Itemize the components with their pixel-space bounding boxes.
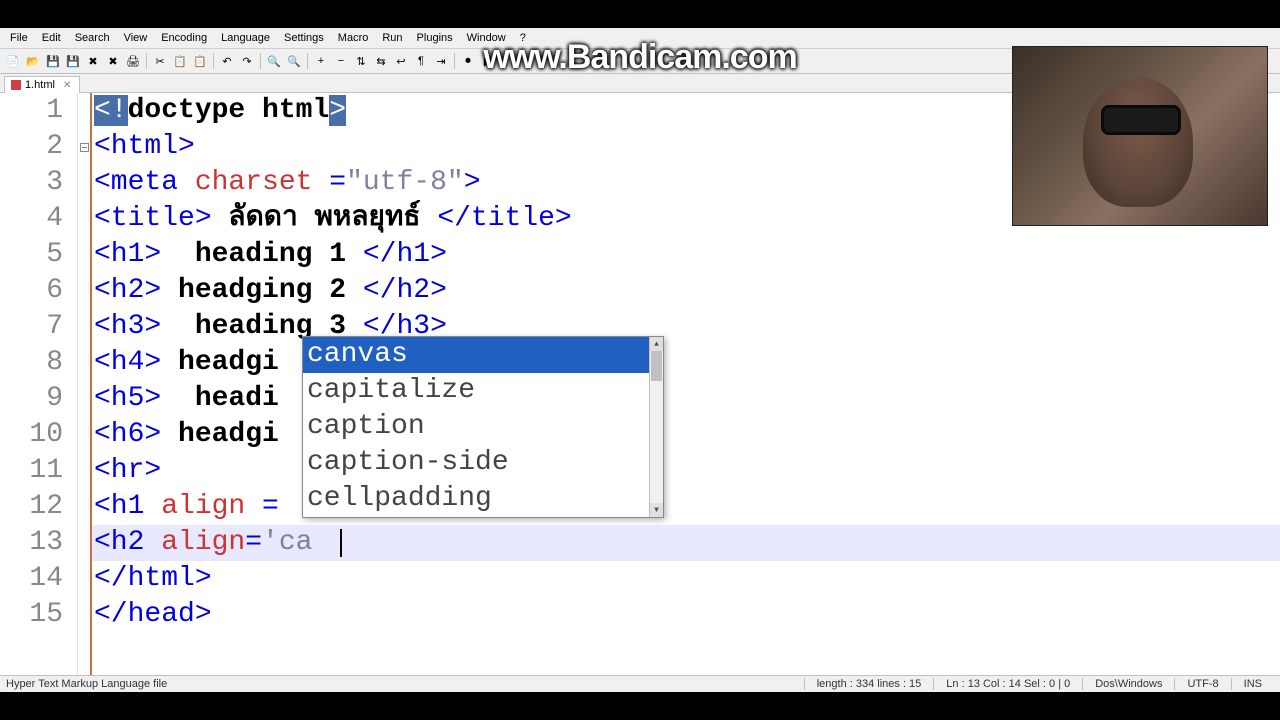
code-line[interactable]: <h2 align='ca (92, 525, 1280, 561)
zoom-out-icon[interactable]: − (332, 52, 350, 70)
line-number: 3 (0, 165, 63, 201)
line-number: 10 (0, 417, 63, 453)
sync-h-icon[interactable]: ⇆ (372, 52, 390, 70)
line-number: 13 (0, 525, 63, 561)
line-number: 11 (0, 453, 63, 489)
new-file-icon[interactable]: 📄 (4, 52, 22, 70)
redo-icon[interactable]: ↷ (238, 52, 256, 70)
menu-encoding[interactable]: Encoding (155, 30, 213, 46)
menu-run[interactable]: Run (376, 30, 408, 46)
code-line[interactable]: <h1> heading 1 </h1> (92, 237, 1280, 273)
scroll-down-icon[interactable]: ▼ (650, 503, 663, 517)
code-line[interactable]: <hr> (92, 453, 1280, 489)
menu-window[interactable]: Window (461, 30, 512, 46)
autocomplete-item[interactable]: canvas (303, 337, 663, 373)
toolbar-separator (260, 53, 261, 69)
line-number: 12 (0, 489, 63, 525)
close-all-icon[interactable]: ✖ (104, 52, 122, 70)
scroll-up-icon[interactable]: ▲ (650, 337, 663, 351)
code-line[interactable]: <h2> headging 2 </h2> (92, 273, 1280, 309)
menu-macro[interactable]: Macro (332, 30, 375, 46)
sync-v-icon[interactable]: ⇅ (352, 52, 370, 70)
line-number: 8 (0, 345, 63, 381)
autocomplete-item[interactable]: caption (303, 409, 663, 445)
print-icon[interactable]: 🖨 (124, 52, 142, 70)
status-encoding: UTF-8 (1174, 678, 1230, 690)
autocomplete-item[interactable]: cellpadding (303, 481, 663, 517)
code-line[interactable]: <h3> heading 3 </h3> (92, 309, 1280, 345)
menu-language[interactable]: Language (215, 30, 276, 46)
code-line[interactable]: <h6> headgi (92, 417, 1280, 453)
toolbar-separator (146, 53, 147, 69)
undo-icon[interactable]: ↶ (218, 52, 236, 70)
copy-icon[interactable]: 📋 (171, 52, 189, 70)
scroll-thumb[interactable] (651, 351, 662, 381)
toolbar-separator (454, 53, 455, 69)
line-number-gutter: 123456789101112131415 (0, 93, 78, 675)
chars-icon[interactable]: ¶ (412, 52, 430, 70)
line-number: 6 (0, 273, 63, 309)
status-language: Hyper Text Markup Language file (6, 678, 804, 690)
record-icon[interactable]: ⏺ (459, 52, 477, 70)
line-number: 15 (0, 597, 63, 633)
replace-icon[interactable]: 🔍 (285, 52, 303, 70)
toolbar-separator (213, 53, 214, 69)
line-number: 4 (0, 201, 63, 237)
line-number: 7 (0, 309, 63, 345)
file-tab[interactable]: 1.html ✕ (4, 76, 80, 93)
line-number: 9 (0, 381, 63, 417)
code-line[interactable]: <h4> headgi (92, 345, 1280, 381)
wrap-icon[interactable]: ↩ (392, 52, 410, 70)
menu-settings[interactable]: Settings (278, 30, 330, 46)
status-length: length : 334 lines : 15 (804, 678, 934, 690)
line-number: 14 (0, 561, 63, 597)
autocomplete-scrollbar[interactable]: ▲ ▼ (649, 337, 663, 517)
code-line[interactable]: <h1 align = (92, 489, 1280, 525)
status-position: Ln : 13 Col : 14 Sel : 0 | 0 (933, 678, 1082, 690)
menu-help[interactable]: ? (514, 30, 532, 46)
toolbar-separator (307, 53, 308, 69)
status-insert-mode: INS (1231, 678, 1274, 690)
tab-close-icon[interactable]: ✕ (63, 80, 71, 91)
indent-icon[interactable]: ⇥ (432, 52, 450, 70)
autocomplete-item[interactable]: capitalize (303, 373, 663, 409)
menu-search[interactable]: Search (69, 30, 116, 46)
menu-plugins[interactable]: Plugins (411, 30, 459, 46)
autocomplete-item[interactable]: caption-side (303, 445, 663, 481)
play-icon[interactable]: ▶ (479, 52, 497, 70)
close-icon[interactable]: ✖ (84, 52, 102, 70)
status-bar: Hyper Text Markup Language file length :… (0, 675, 1280, 692)
menu-edit[interactable]: Edit (36, 30, 67, 46)
tab-label: 1.html (25, 79, 55, 91)
webcam-overlay (1012, 46, 1268, 226)
zoom-in-icon[interactable]: + (312, 52, 330, 70)
line-number: 1 (0, 93, 63, 129)
file-type-icon (11, 80, 21, 90)
menu-file[interactable]: File (4, 30, 34, 46)
line-number: 2 (0, 129, 63, 165)
save-all-icon[interactable]: 💾 (64, 52, 82, 70)
code-line[interactable]: </html> (92, 561, 1280, 597)
code-line[interactable]: <h5> headi (92, 381, 1280, 417)
autocomplete-popup[interactable]: canvascapitalizecaptioncaption-sidecellp… (302, 336, 664, 518)
cut-icon[interactable]: ✂ (151, 52, 169, 70)
find-icon[interactable]: 🔍 (265, 52, 283, 70)
save-icon[interactable]: 💾 (44, 52, 62, 70)
line-number: 5 (0, 237, 63, 273)
paste-icon[interactable]: 📋 (191, 52, 209, 70)
code-line[interactable]: </head> (92, 597, 1280, 633)
status-eol: Dos\Windows (1082, 678, 1174, 690)
open-file-icon[interactable]: 📂 (24, 52, 42, 70)
menu-view[interactable]: View (118, 30, 154, 46)
